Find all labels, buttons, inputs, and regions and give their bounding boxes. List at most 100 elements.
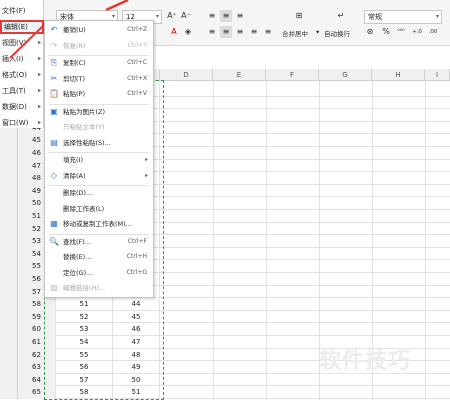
table-cell[interactable]: 61 [18,336,56,349]
row-header[interactable] [0,172,18,185]
context-menu-item[interactable]: 删除(D)... [45,186,153,200]
column-header[interactable]: H [372,69,425,81]
row-header[interactable] [0,260,18,273]
table-cell[interactable]: 51 [56,298,113,311]
row-header[interactable] [0,159,18,173]
row-header[interactable] [0,235,18,248]
row-header[interactable] [0,222,18,236]
wrap-text-icon[interactable]: ↵ [334,10,348,22]
context-menu-item[interactable]: ↶ 撤销(U) Ctrl+Z [45,23,153,37]
table-cell[interactable]: 48 [113,348,160,362]
align-left-icon[interactable]: ≡ [206,26,218,38]
menu-item-shortcut: Ctrl+V [127,90,147,97]
row-header[interactable] [0,298,18,311]
increase-decimal-button[interactable]: +.0 [410,26,424,38]
table-cell[interactable]: 52 [56,310,113,324]
context-menu-item[interactable]: 替换(E)... Ctrl+H [45,250,153,264]
context-menu-item[interactable]: 删除工作表(L) [45,202,153,216]
row-header[interactable] [0,273,18,286]
wrap-text-button[interactable]: 自动换行 [324,28,350,38]
column-header[interactable]: F [266,69,319,81]
row-header[interactable] [0,386,18,399]
justify-icon[interactable]: ≡ [248,26,260,38]
table-cell[interactable]: 62 [18,348,56,362]
menu-item[interactable]: 插入(I) ▸ [0,52,44,66]
menu-item[interactable]: 编辑(E) [0,20,44,34]
table-cell[interactable]: 59 [18,310,56,324]
currency-icon[interactable]: ⊛ [364,26,376,38]
column-header[interactable]: D [160,69,213,81]
row-header[interactable] [0,373,18,387]
align-middle-icon[interactable]: ≡ [220,10,232,22]
percent-button[interactable]: % [380,26,392,38]
menu-item[interactable]: 文件(F) [0,4,44,18]
row-header[interactable] [0,323,18,336]
row-header[interactable] [0,310,18,324]
context-menu-item[interactable]: ▦ 移动或复制工作表(M)... [45,217,153,231]
table-cell[interactable]: 64 [18,373,56,387]
context-menu-item: ▧ 编辑链接(H)... [45,281,153,295]
table-cell[interactable]: 50 [113,373,160,387]
table-cell[interactable]: 63 [18,361,56,374]
menu-item[interactable]: 格式(O) ▸ [0,68,44,82]
align-right-icon[interactable]: ≡ [234,26,246,38]
table-cell[interactable]: 55 [56,348,113,362]
table-cell[interactable]: 44 [113,298,160,311]
table-cell[interactable]: 58 [56,386,113,399]
row-header[interactable] [0,197,18,210]
table-cell[interactable]: 60 [18,323,56,336]
context-menu-item[interactable]: ⎘ 复制(C) Ctrl+C [45,56,153,70]
table-cell[interactable]: 51 [113,386,160,399]
column-header[interactable]: E [213,69,266,81]
column-header[interactable]: I [425,69,450,81]
menu-item[interactable]: 数据(D) ▸ [0,100,44,114]
row-header[interactable] [0,285,18,299]
row-header[interactable] [0,184,18,198]
align-top-icon[interactable]: ≡ [206,10,218,22]
table-cell[interactable]: 47 [113,336,160,349]
distribute-icon[interactable]: ≡ [262,26,274,38]
table-cell[interactable]: 56 [56,361,113,374]
context-menu-item[interactable]: ◇ 清除(A) ▸ [45,169,153,183]
table-cell[interactable]: 49 [113,361,160,374]
context-menu-item[interactable]: ▣ 粘贴为图片(Z) [45,105,153,119]
table-cell[interactable]: 65 [18,386,56,399]
menu-item[interactable]: 窗口(W) ▸ [0,116,44,130]
context-menu-item[interactable]: 📋 粘贴(P) Ctrl+V [45,87,153,101]
row-header[interactable] [0,147,18,160]
table-cell[interactable]: 46 [113,323,160,336]
table-cell[interactable]: 58 [18,298,56,311]
row-header[interactable] [0,134,18,147]
context-menu-item[interactable]: 填充(I) ▸ [45,153,153,167]
context-menu-item[interactable]: ✂ 剪切(T) Ctrl+X [45,72,153,86]
row-header[interactable] [0,336,18,349]
merge-center-button[interactable]: 合并居中 [282,28,308,38]
row-header[interactable] [0,210,18,223]
table-cell[interactable]: 53 [56,323,113,336]
align-center-icon[interactable]: ≡ [220,26,232,38]
context-menu-item[interactable]: 🔍 查找(F)... Ctrl+F [45,235,153,249]
menu-item[interactable]: 工具(T) ▸ [0,84,44,98]
table-cell[interactable]: 57 [56,373,113,387]
number-format-select[interactable]: 常规 ▾ [364,10,442,24]
merge-cells-icon[interactable]: ⊞ [292,10,306,22]
context-menu-item[interactable]: 定位(G)... Ctrl+G [45,266,153,280]
decrease-decimal-button[interactable]: .00 [426,26,440,38]
row-header[interactable] [0,348,18,362]
context-menu-item[interactable]: ▤ 选择性粘贴(S)... [45,136,153,150]
grow-font-button[interactable]: A⁺ [166,10,178,22]
row-header[interactable] [0,247,18,261]
table-cell[interactable]: 54 [56,336,113,349]
merge-dropdown-icon[interactable]: ▾ [316,28,319,36]
font-color-icon[interactable]: A [168,26,180,38]
thousands-button[interactable]: ⁰⁰⁰ [394,26,408,38]
column-header[interactable]: G [319,69,372,81]
table-cell[interactable]: 45 [113,310,160,324]
menu-item-icon: ↷ [50,40,58,50]
menu-item-label: 填充(I) [63,156,83,164]
menu-item[interactable]: 视图(V) ▸ [0,36,44,50]
align-bottom-icon[interactable]: ≡ [234,10,246,22]
row-header[interactable] [0,361,18,374]
fill-color-icon[interactable]: ◈ [182,26,194,38]
shrink-font-button[interactable]: A⁻ [180,10,192,22]
